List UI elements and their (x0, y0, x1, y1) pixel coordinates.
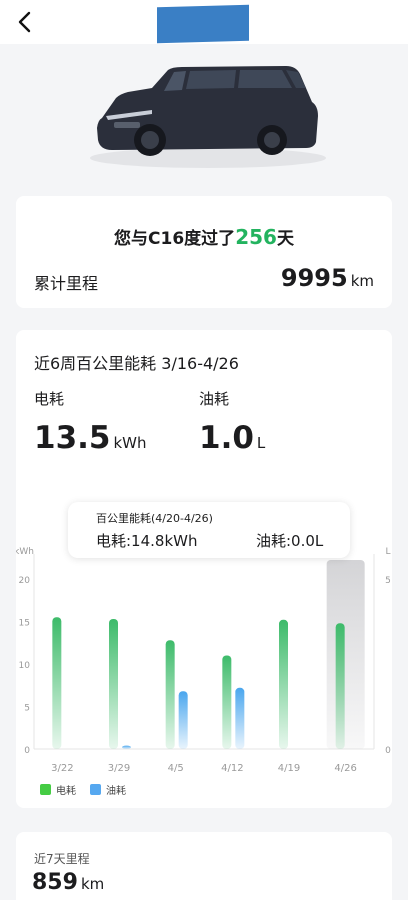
fuel-bar (235, 687, 245, 749)
legend-fuel-swatch (90, 784, 101, 795)
days-suffix: 天 (276, 229, 294, 249)
total-mileage-number: 9995 (280, 264, 348, 292)
fuel-consumption-value: 1.0 L (199, 420, 265, 456)
left-axis-unit: kWh (16, 547, 34, 557)
elec-bar (165, 640, 175, 749)
x-tick-label: 4/12 (221, 763, 243, 774)
companion-days-text: 您与C16度过了256天 (16, 224, 392, 249)
weekly-mileage-number: 859 (32, 870, 78, 895)
weekly-mileage-label: 近7天里程 (34, 852, 90, 866)
chart-tooltip: 百公里能耗(4/20-4/26) 电耗:14.8kWh 油耗:0.0L (68, 502, 350, 558)
elec-value-number: 13.5 (34, 420, 111, 456)
x-tick-label: 4/19 (278, 763, 300, 774)
tooltip-title: 百公里能耗(4/20-4/26) (96, 512, 213, 525)
elec-consumption-value: 13.5 kWh (34, 420, 147, 456)
elec-bar (335, 623, 345, 749)
energy-title: 近6周百公里能耗 3/16-4/26 (34, 354, 239, 373)
elec-bar (52, 617, 62, 749)
right-tick-label: 5 (385, 576, 391, 586)
car-image (90, 66, 326, 168)
right-axis-unit: L (385, 547, 390, 557)
total-mileage-label: 累计里程 (34, 274, 99, 293)
energy-card: 近6周百公里能耗 3/16-4/26 电耗 油耗 13.5 kWh 1.0 L kW… (16, 330, 392, 808)
elec-consumption-label: 电耗 (34, 390, 65, 408)
days-count: 256 (235, 225, 277, 249)
left-tick-label: 10 (19, 661, 31, 671)
right-tick-label: 0 (385, 746, 391, 756)
legend-elec-label: 电耗 (56, 784, 76, 797)
tooltip-elec-value: 电耗:14.8kWh (96, 532, 198, 550)
companion-card: 您与C16度过了256天 累计里程 9995 km (16, 196, 392, 308)
page-title-redacted (157, 4, 249, 44)
weekly-mileage-unit: km (80, 875, 105, 893)
left-tick-label: 5 (24, 704, 30, 714)
left-tick-label: 15 (19, 619, 30, 629)
legend-elec-swatch (40, 784, 51, 795)
top-bar (0, 0, 408, 44)
legend-fuel-label: 油耗 (106, 784, 126, 797)
elec-bar (279, 619, 288, 749)
x-tick-label: 4/5 (168, 763, 184, 774)
x-tick-label: 3/29 (108, 763, 130, 774)
days-prefix: 您与C16度过了 (114, 229, 236, 249)
elec-value-unit: kWh (113, 434, 147, 452)
total-mileage-value: 9995 km (281, 264, 374, 292)
total-mileage-unit: km (350, 272, 374, 290)
fuel-value-unit: L (256, 434, 266, 452)
x-tick-label: 4/26 (334, 763, 356, 774)
selected-week-highlight (326, 560, 365, 749)
left-tick-label: 0 (24, 746, 30, 756)
fuel-bar (178, 691, 188, 749)
fuel-value-number: 1.0 (199, 420, 254, 456)
tooltip-fuel-value: 油耗:0.0L (256, 532, 324, 550)
fuel-consumption-label: 油耗 (199, 390, 230, 408)
fuel-bar (122, 745, 131, 749)
elec-bar (222, 655, 232, 749)
back-arrow-icon[interactable] (12, 8, 40, 36)
weekly-mileage-value: 859 km (32, 870, 104, 895)
elec-bar (109, 618, 118, 749)
weekly-mileage-card: 近7天里程 859 km (16, 832, 392, 900)
x-tick-label: 3/22 (51, 763, 73, 774)
left-tick-label: 20 (19, 576, 31, 586)
